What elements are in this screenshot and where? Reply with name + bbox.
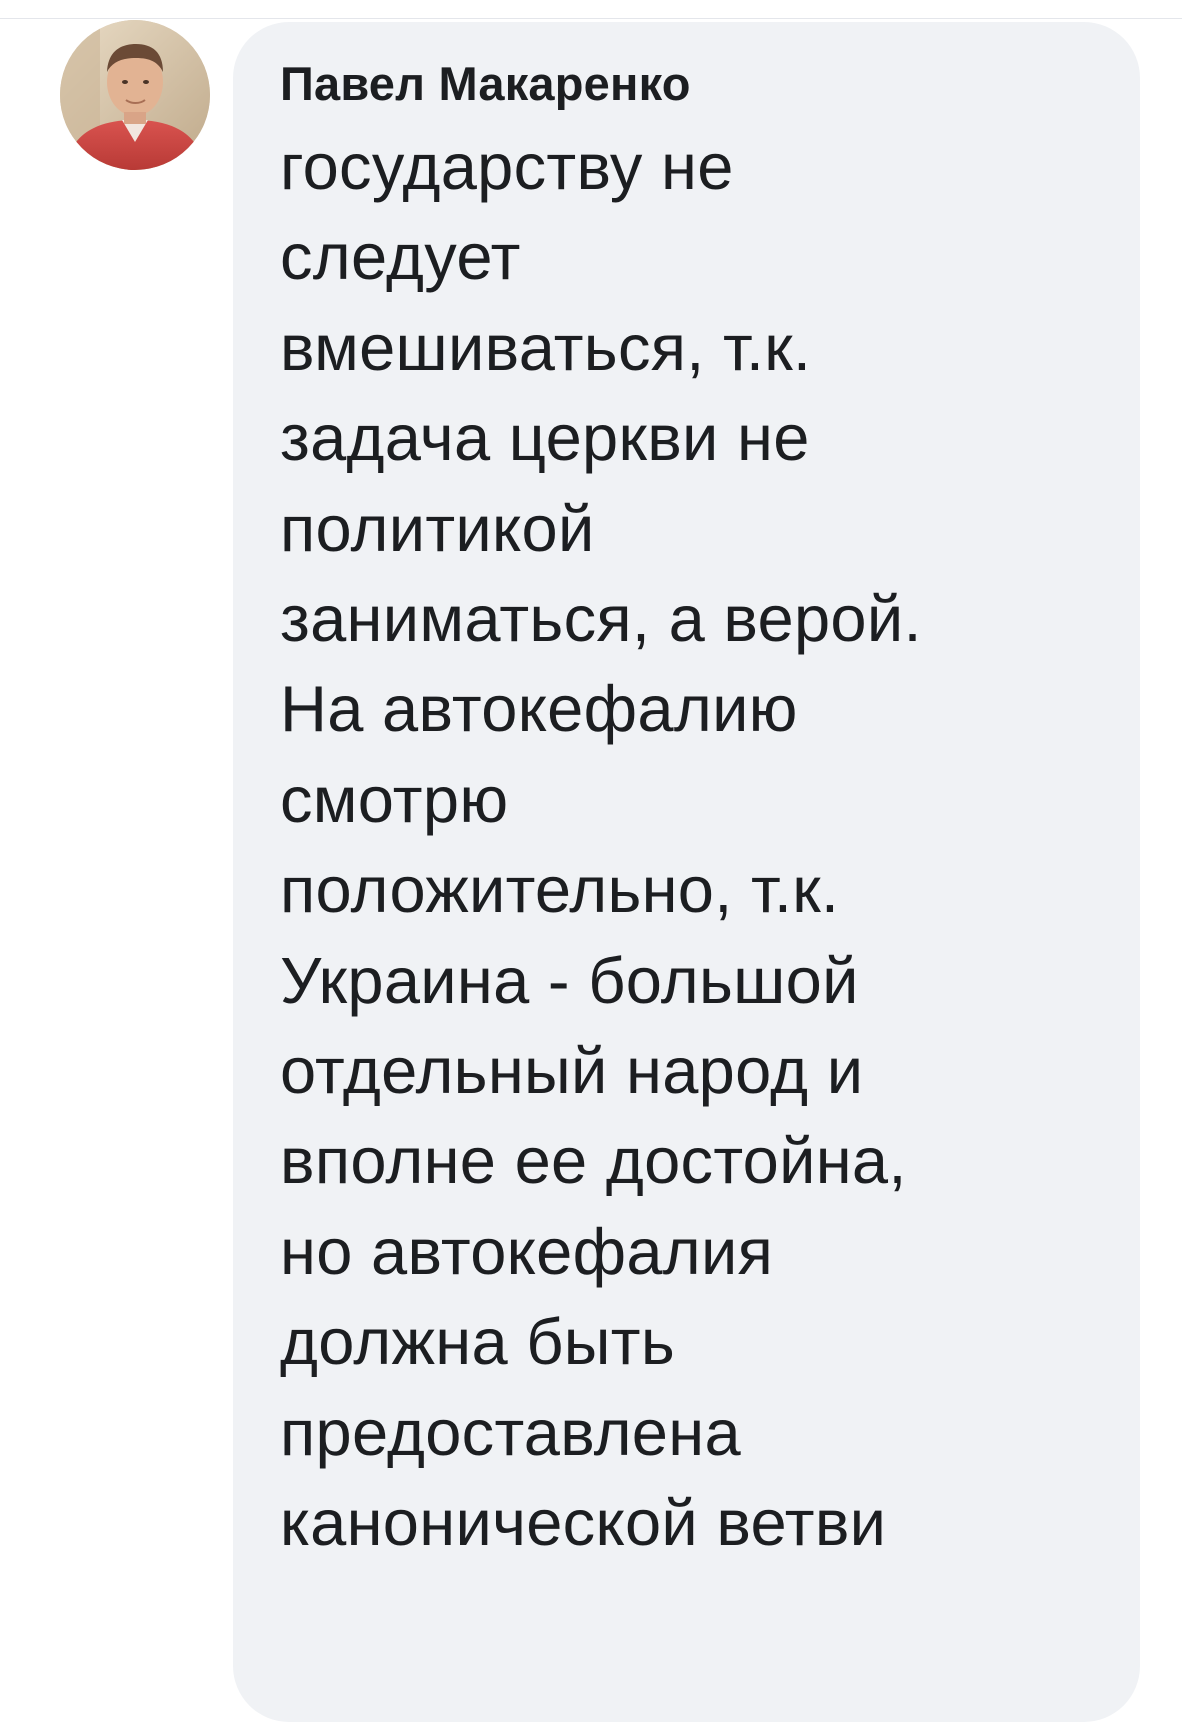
- comment-text-line: задача церкви не: [280, 401, 810, 475]
- comment-text-line: предоставлена: [280, 1395, 741, 1469]
- comment-text: государству не следует вмешиваться, т.к.…: [280, 122, 922, 1569]
- comment-text-line: положительно, т.к.: [280, 853, 840, 927]
- comment-text-line: смотрю: [280, 762, 509, 836]
- comment-text-line: На автокефалию: [280, 672, 798, 746]
- comment-text-line: вполне ее достойна,: [280, 1124, 907, 1198]
- comment-text-line: следует: [280, 220, 521, 294]
- comment-text-line: политикой: [280, 491, 595, 565]
- comment-text-line: вмешиваться, т.к.: [280, 310, 812, 384]
- comment: Павел Макаренко государству не следует в…: [0, 0, 1200, 1722]
- user-photo-icon: [60, 20, 210, 170]
- comment-text-line: но автокефалия: [280, 1214, 774, 1288]
- comment-text-line: отдельный народ и: [280, 1034, 864, 1108]
- comment-text-line: государству не: [280, 130, 734, 203]
- comment-text-line: Украина - большой: [280, 943, 859, 1017]
- comment-text-line: канонической ветви: [280, 1486, 887, 1560]
- comment-text-line: заниматься, а верой.: [280, 582, 922, 656]
- comment-author-name[interactable]: Павел Макаренко: [280, 52, 691, 116]
- avatar[interactable]: [60, 20, 210, 170]
- comment-text-line: должна быть: [280, 1305, 676, 1379]
